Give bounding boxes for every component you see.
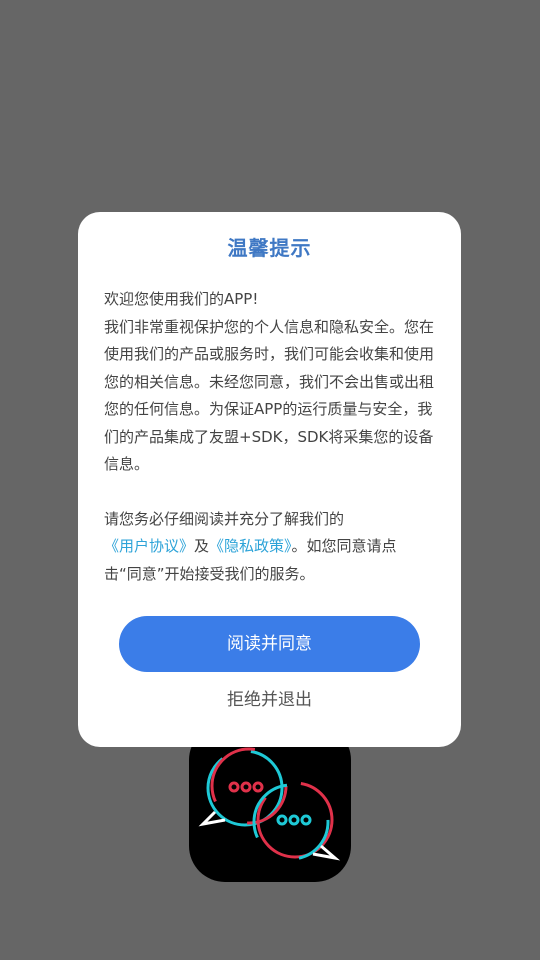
agree-button[interactable]: 阅读并同意 <box>119 616 420 672</box>
app-logo-icon <box>189 724 351 882</box>
user-agreement-link[interactable]: 《用户协议》 <box>104 537 194 555</box>
agreement-prefix-text: 请您务必仔细阅读并充分了解我们的 <box>104 509 345 528</box>
reject-exit-button[interactable]: 拒绝并退出 <box>78 685 461 710</box>
dialog-body: 欢迎您使用我们的APP! 我们非常重视保护您的个人信息和隐私安全。您在使用我们的… <box>104 286 434 588</box>
privacy-statement-text: 我们非常重视保护您的个人信息和隐私安全。您在使用我们的产品或服务时，我们可能会收… <box>104 317 435 474</box>
chat-bubbles-icon <box>198 747 341 861</box>
dialog-title: 温馨提示 <box>227 236 312 260</box>
privacy-policy-link[interactable]: 《隐私政策》 <box>209 537 292 555</box>
conjunction-text: 及 <box>194 537 210 555</box>
greeting-text: 欢迎您使用我们的APP! <box>104 290 259 308</box>
agreement-notice: 请您务必仔细阅读并充分了解我们的《用户协议》及《隐私政策》。如您同意请点击“同意… <box>104 506 434 589</box>
privacy-dialog: 温馨提示 欢迎您使用我们的APP! 我们非常重视保护您的个人信息和隐私安全。您在… <box>78 212 461 747</box>
